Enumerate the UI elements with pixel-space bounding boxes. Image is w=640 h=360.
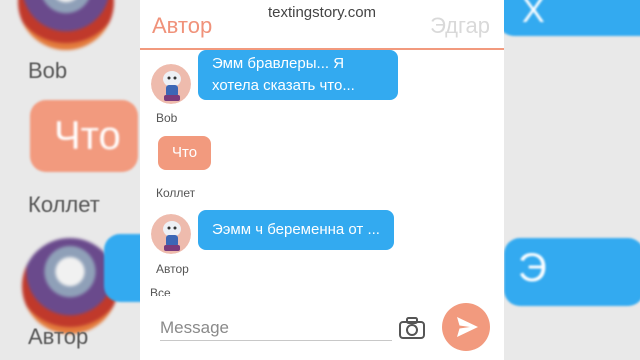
message-list[interactable]: Эмм бравлеры... Я хотела сказать что... … bbox=[140, 50, 504, 296]
message-text: Что bbox=[172, 144, 198, 161]
message-input[interactable] bbox=[160, 315, 392, 341]
header-left-name[interactable]: Автор bbox=[152, 13, 212, 39]
camera-icon[interactable] bbox=[398, 316, 426, 340]
bg-avatar-top bbox=[18, 0, 114, 50]
message-bubble[interactable]: Что bbox=[158, 136, 212, 170]
bg-label-kollet: Коллет bbox=[28, 192, 100, 217]
avatar bbox=[151, 214, 191, 254]
bg-bubble-top-right bbox=[498, 0, 640, 36]
chat-screen: textingstory.com Автор Эдгар Эмм бравлер… bbox=[140, 0, 504, 360]
message-text-line: Эмм бравлеры... Я bbox=[212, 55, 345, 72]
message-composer bbox=[140, 296, 504, 360]
message-text: Ээмм ч беременна от ... bbox=[212, 221, 380, 238]
message-bubble[interactable]: Эмм бравлеры... Я хотела сказать что... bbox=[198, 50, 398, 100]
send-button[interactable] bbox=[442, 303, 490, 351]
bg-text-chto: Что bbox=[54, 114, 121, 158]
sender-name: Автор bbox=[156, 262, 189, 276]
message-bubble[interactable]: Ээмм ч беременна от ... bbox=[198, 210, 394, 250]
chat-header: textingstory.com Автор Эдгар bbox=[140, 0, 504, 50]
bg-label-avtor: Автор bbox=[28, 324, 89, 349]
sender-name: Bob bbox=[156, 111, 178, 125]
bg-label-bob: Bob bbox=[28, 58, 68, 83]
bg-glyph-bottom-right: Э bbox=[518, 246, 547, 290]
message-text-line: хотела сказать что... bbox=[212, 77, 355, 94]
sender-name-partial: Все bbox=[150, 286, 171, 296]
sender-name: Коллет bbox=[156, 186, 196, 200]
avatar bbox=[151, 64, 191, 104]
header-right-name[interactable]: Эдгар bbox=[430, 13, 490, 39]
bg-glyph-top-right: Х bbox=[522, 0, 545, 30]
send-icon bbox=[457, 317, 478, 337]
